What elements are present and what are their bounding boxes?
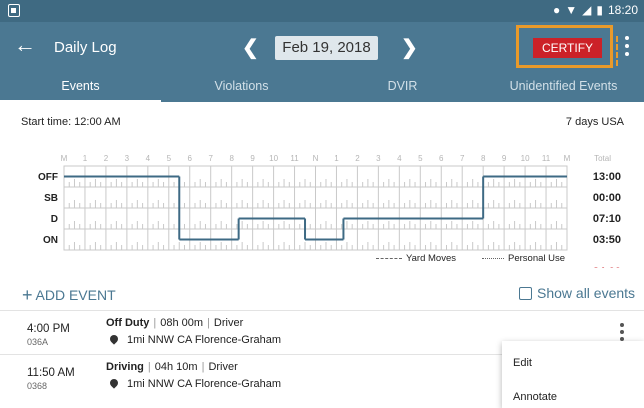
tab-events[interactable]: Events [0,72,161,102]
event-location-text: 1mi NNW CA Florence-Graham [127,334,282,346]
hour-tick-label: 6 [188,154,193,163]
event-summary: Off Duty | 08h 00m | Driver [106,317,244,329]
status-row-label: OFF [38,172,58,183]
event-code: 0368 [27,381,48,391]
hour-tick-label: 4 [397,154,402,163]
checkbox-icon [519,287,532,300]
show-all-label: Show all events [537,285,636,301]
location-pin-icon [108,333,120,345]
status-bar: ● ▼ ◢ ▮ 18:20 [0,0,644,22]
event-role: Driver [208,361,238,373]
previous-day-chevron-icon[interactable]: ❮ [242,35,259,60]
hour-tick-label: 6 [439,154,444,163]
back-arrow-icon[interactable]: ← [14,34,36,56]
grand-total: 24:00 [593,266,621,268]
hour-tick-label: 3 [125,154,130,163]
event-location: 1mi NNW CA Florence-Graham [108,377,282,390]
more-options-icon[interactable] [622,36,632,60]
legend-personal-use-label: Personal Use [508,253,566,264]
date-selector[interactable]: Feb 19, 2018 [275,36,378,60]
row-total: 00:00 [593,192,621,204]
event-summary: Driving | 04h 10m | Driver [106,361,238,373]
hour-tick-label: N [313,154,319,163]
event-status: Driving [106,361,144,373]
location-pin-icon [108,377,120,389]
hour-tick-label: 1 [83,154,88,163]
hour-tick-label: 11 [290,154,299,163]
hour-tick-label: 5 [418,154,423,163]
hour-tick-label: 9 [250,154,255,163]
hour-tick-label: 3 [376,154,381,163]
menu-item-annotate[interactable]: Annotate [513,391,557,403]
hour-tick-label: 2 [355,154,360,163]
hour-tick-label: M [564,154,571,163]
event-code: 036A [27,337,49,347]
legend-personal-use: Personal Use [482,253,565,264]
row-total: 03:50 [593,234,621,246]
hour-tick-label: 10 [521,154,530,163]
personal-use-swatch [482,257,504,259]
start-time: Start time: 12:00 AM [21,116,121,128]
plus-icon: + [22,285,33,305]
wifi-icon: ▼ [565,3,578,17]
event-duration: 04h 10m [154,361,198,373]
event-duration: 08h 00m [160,317,204,329]
hour-tick-label: 8 [481,154,486,163]
add-event-button[interactable]: + ADD EVENT [22,285,116,306]
event-time: 11:50 AM [27,367,75,379]
location-icon: ● [552,3,561,17]
hour-tick-label: 7 [460,154,465,163]
app-bar: ← Daily Log ❮ Feb 19, 2018 ❯ CERTIFY [0,22,644,72]
hour-tick-label: 4 [146,154,151,163]
hour-tick-label: 10 [269,154,278,163]
clock: 18:20 [607,3,638,17]
status-icons: ● ▼ ◢ ▮ 18:20 [553,3,638,17]
page-title: Daily Log [54,39,117,56]
signal-icon: ◢ [582,3,592,17]
event-context-menu: Edit Annotate [502,341,644,408]
cycle-rule: 7 days USA [565,116,624,128]
hour-tick-label: 9 [502,154,507,163]
certify-button[interactable]: CERTIFY [533,38,602,58]
event-location-text: 1mi NNW CA Florence-Graham [127,378,282,390]
hour-tick-label: 2 [104,154,109,163]
action-row: + ADD EVENT Show all events [0,280,644,308]
event-location: 1mi NNW CA Florence-Graham [108,333,282,346]
hour-tick-label: 11 [542,154,551,163]
event-role: Driver [213,317,244,329]
hour-tick-label: M [61,154,68,163]
row-total: 13:00 [593,171,621,183]
battery-icon: ▮ [596,3,603,17]
tab-bar: Events Violations DVIR Unidentified Even… [0,72,644,102]
next-day-chevron-icon[interactable]: ❯ [401,35,418,60]
status-row-label: SB [44,193,58,204]
log-graph: M 1 2 3 4 5 6 7 8 9 10 11 N 1 2 3 4 5 6 7 8 9 10 11 MOFFSBDONTot… [38,154,621,268]
total-header: Total [594,154,611,163]
hour-tick-label: 7 [208,154,213,163]
tab-violations[interactable]: Violations [161,72,322,102]
event-time: 4:00 PM [27,323,70,335]
show-all-events-checkbox[interactable]: Show all events [519,285,635,301]
status-row-label: ON [43,235,58,246]
legend-yard-moves: Yard Moves [376,253,456,264]
notification-icon [8,4,20,17]
status-row-label: D [51,214,58,225]
tab-unidentified-events[interactable]: Unidentified Events [483,72,644,102]
hour-tick-label: 5 [167,154,172,163]
row-total: 07:10 [593,213,621,225]
event-status: Off Duty [106,317,150,329]
hour-tick-label: 1 [334,154,339,163]
tab-dvir[interactable]: DVIR [322,72,483,102]
menu-item-edit[interactable]: Edit [513,357,532,369]
hour-tick-label: 8 [229,154,234,163]
legend-yard-moves-label: Yard Moves [406,253,456,264]
add-event-label: ADD EVENT [35,287,116,303]
yard-moves-swatch [376,257,402,259]
